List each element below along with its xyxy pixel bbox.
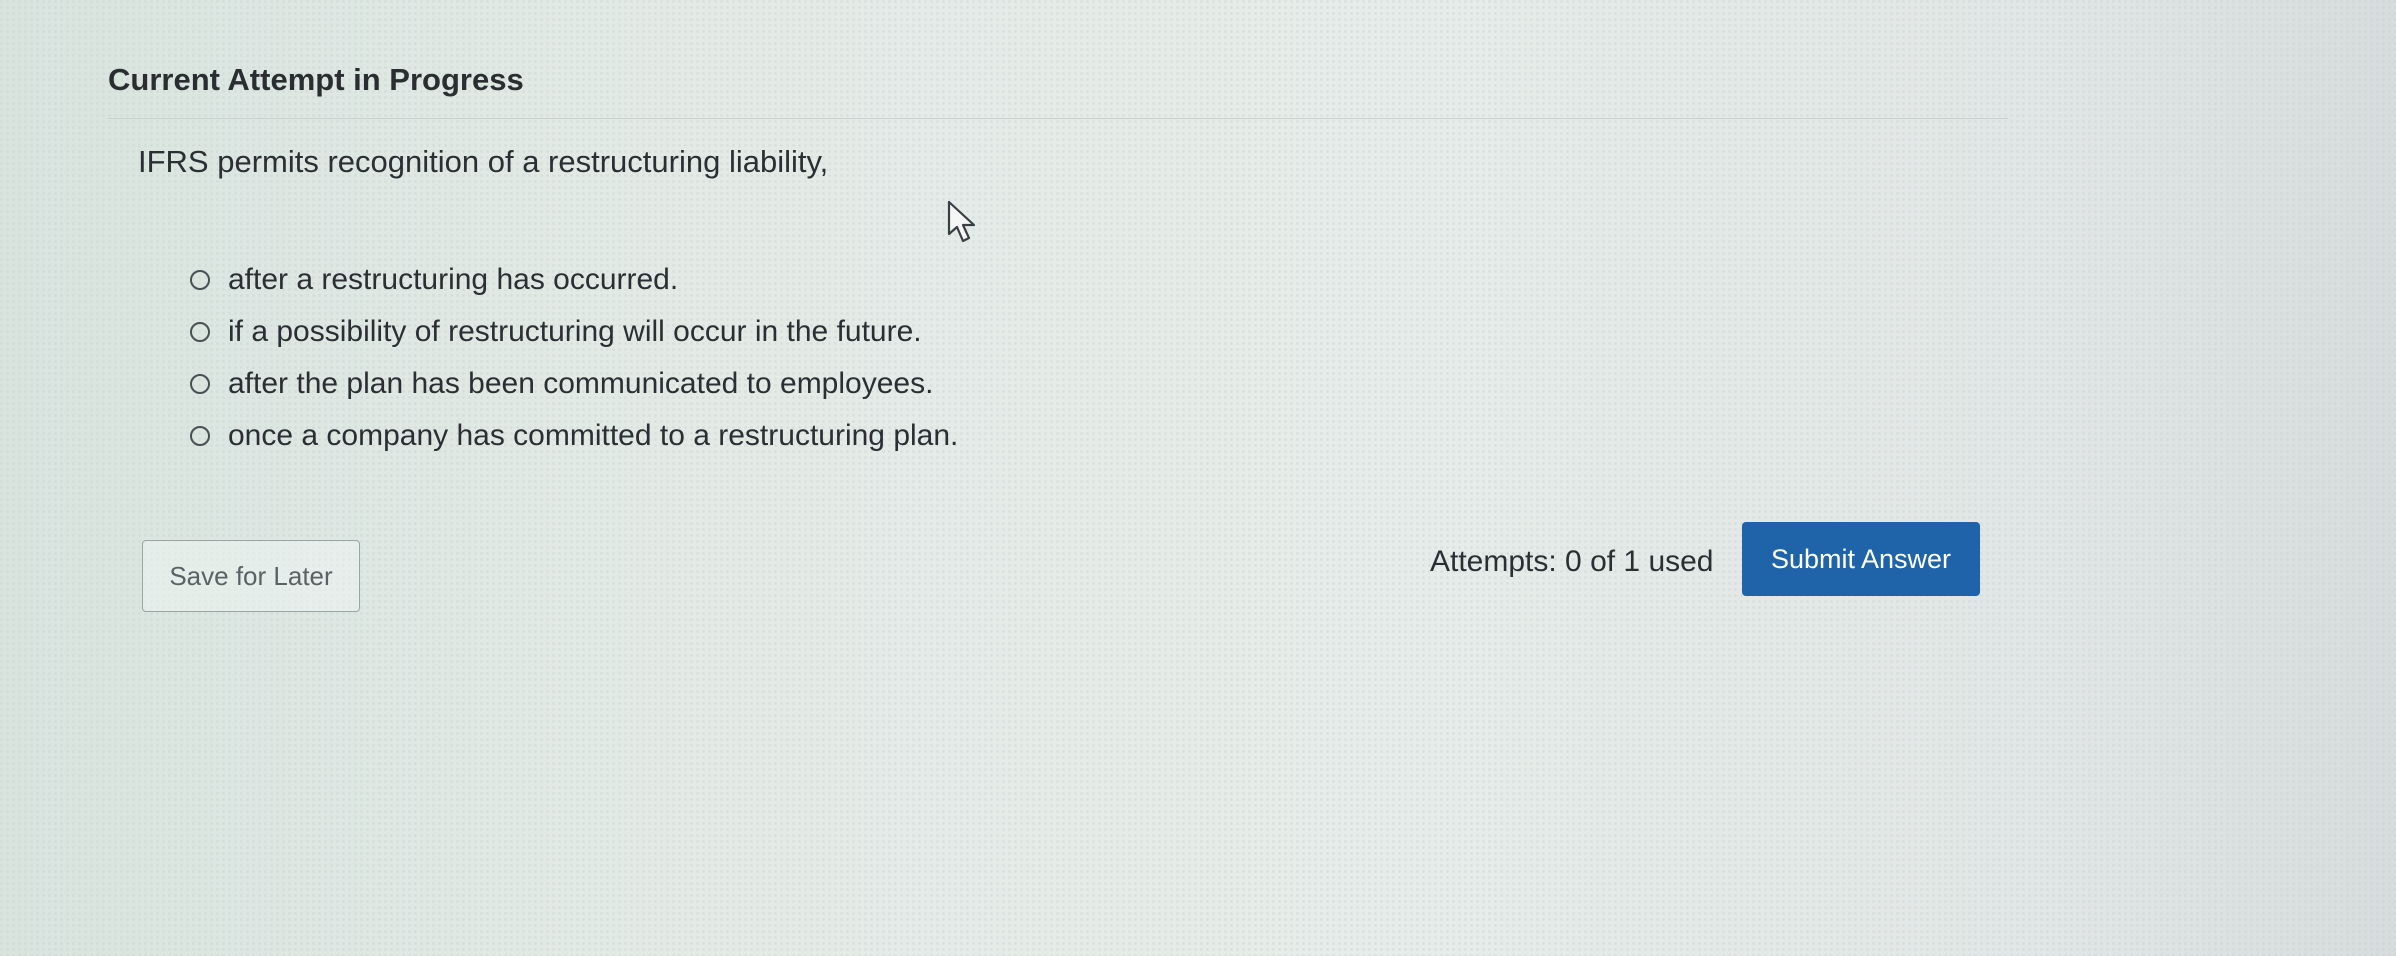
section-title: Current Attempt in Progress — [108, 62, 524, 97]
section-divider — [108, 118, 2008, 119]
mouse-pointer-icon — [947, 200, 976, 243]
attempts-counter: Attempts: 0 of 1 used — [1430, 545, 1714, 578]
answer-option-3[interactable]: after the plan has been communicated to … — [190, 358, 958, 410]
submit-answer-button[interactable]: Submit Answer — [1742, 522, 1980, 596]
save-for-later-button[interactable]: Save for Later — [142, 540, 360, 612]
radio-button-icon[interactable] — [190, 270, 210, 290]
answer-option-label: once a company has committed to a restru… — [228, 419, 959, 452]
answer-option-label: if a possibility of restructuring will o… — [228, 315, 922, 348]
question-text: IFRS permits recognition of a restructur… — [138, 144, 829, 179]
radio-button-icon[interactable] — [190, 426, 210, 446]
answer-option-1[interactable]: after a restructuring has occurred. — [190, 254, 958, 306]
question-panel: Current Attempt in Progress IFRS permits… — [90, 40, 2010, 940]
answer-options: after a restructuring has occurred. if a… — [190, 254, 958, 462]
answer-option-label: after the plan has been communicated to … — [228, 367, 934, 400]
answer-option-label: after a restructuring has occurred. — [228, 263, 679, 296]
radio-button-icon[interactable] — [190, 322, 210, 342]
radio-button-icon[interactable] — [190, 374, 210, 394]
answer-option-2[interactable]: if a possibility of restructuring will o… — [190, 306, 958, 358]
answer-option-4[interactable]: once a company has committed to a restru… — [190, 410, 958, 462]
